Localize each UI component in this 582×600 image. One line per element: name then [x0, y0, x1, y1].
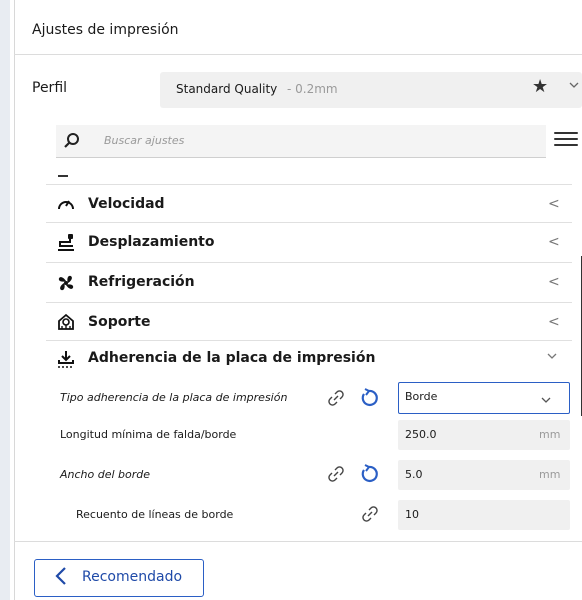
category-velocidad[interactable]: Velocidad — [88, 196, 165, 212]
profile-name: Standard Quality — [176, 82, 278, 96]
brim-width-value: 5.0 — [405, 468, 423, 481]
background-strip — [0, 0, 10, 600]
category-adherencia[interactable]: Adherencia de la placa de impresión — [88, 350, 375, 366]
star-icon[interactable]: ★ — [532, 76, 548, 97]
travel-icon — [56, 232, 76, 252]
search-icon — [60, 130, 84, 154]
divider — [46, 302, 572, 303]
chevron-down-icon — [540, 391, 552, 403]
link-icon[interactable] — [326, 464, 346, 484]
search-placeholder: Buscar ajustes — [104, 134, 185, 147]
divider — [46, 222, 572, 223]
chevron-left-icon[interactable]: < — [548, 196, 560, 212]
profile-label: Perfil — [32, 80, 68, 96]
chevron-down-icon[interactable] — [568, 79, 580, 95]
setting-label-brim-width: Ancho del borde — [60, 468, 151, 481]
support-icon — [56, 312, 76, 332]
divider — [46, 184, 572, 185]
divider — [46, 340, 572, 341]
brim-line-count-value: 10 — [405, 508, 419, 521]
profile-variant: - 0.2mm — [287, 82, 338, 96]
fan-icon — [56, 273, 76, 293]
chevron-down-icon[interactable] — [546, 350, 558, 366]
category-soporte[interactable]: Soporte — [88, 314, 150, 330]
chevron-left-icon[interactable]: < — [548, 234, 560, 250]
menu-icon[interactable] — [554, 128, 578, 150]
panel-title: Ajustes de impresión — [32, 22, 179, 38]
setting-label-min-skirt-length: Longitud mínima de falda/borde — [60, 428, 237, 441]
divider — [14, 54, 582, 55]
unit-label: mm — [539, 468, 561, 481]
min-skirt-length-value: 250.0 — [405, 428, 437, 441]
adhesion-icon — [56, 349, 76, 369]
setting-label-adhesion-type: Tipo adherencia de la placa de impresión — [60, 391, 288, 404]
reset-icon[interactable] — [358, 463, 380, 485]
chevron-left-icon[interactable]: < — [548, 274, 560, 290]
unit-label: mm — [539, 428, 561, 441]
divider — [14, 541, 582, 542]
reset-icon[interactable] — [358, 387, 380, 409]
chevron-left-icon — [52, 562, 70, 590]
category-refrigeracion[interactable]: Refrigeración — [88, 274, 195, 290]
divider — [46, 262, 572, 263]
adhesion-type-value: Borde — [405, 390, 438, 403]
scroll-stub — [58, 175, 68, 177]
link-icon[interactable] — [326, 388, 346, 408]
recommended-button-label: Recomendado — [82, 569, 183, 585]
category-desplazamiento[interactable]: Desplazamiento — [88, 234, 214, 250]
speedometer-icon — [56, 194, 76, 214]
setting-label-brim-line-count: Recuento de líneas de borde — [76, 508, 234, 521]
chevron-left-icon[interactable]: < — [548, 314, 560, 330]
link-icon[interactable] — [360, 504, 380, 524]
brim-line-count-field[interactable] — [398, 500, 570, 530]
